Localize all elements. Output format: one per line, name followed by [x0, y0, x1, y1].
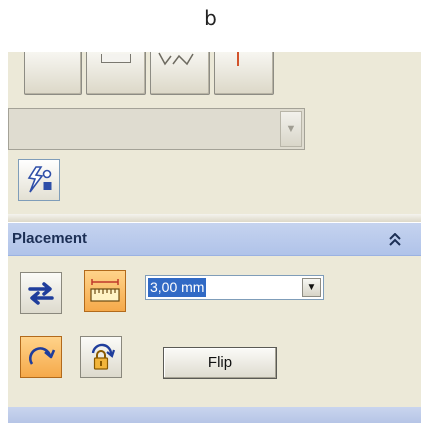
lightning-shape-icon — [27, 166, 52, 193]
type-dropdown[interactable]: ▼ — [8, 108, 305, 150]
offset-measure-button[interactable] — [84, 270, 126, 312]
placement-title: Placement — [12, 230, 88, 247]
placement-section-header[interactable]: Placement — [8, 222, 421, 256]
properties-panel: ▼ Placement 3,00 mm ▼ Flip — [8, 52, 421, 423]
lock-rotate-icon — [91, 343, 116, 370]
lock-rotation-button[interactable] — [80, 336, 122, 378]
section-separator — [8, 214, 421, 222]
toolbar-button-3-icon — [158, 52, 194, 66]
ruler-icon — [90, 279, 120, 302]
toolbar-button-4-icon — [237, 52, 239, 66]
flip-button[interactable]: Flip — [163, 347, 277, 379]
rotate-button[interactable] — [20, 336, 62, 378]
toolbar-button-2-icon — [101, 54, 131, 63]
toolbar-button-3[interactable] — [150, 52, 210, 95]
insert-action-button[interactable] — [18, 159, 60, 201]
collapse-chevrons-icon[interactable] — [389, 233, 401, 247]
toolbar-button-2[interactable] — [86, 52, 146, 95]
figure-caption: b — [204, 6, 217, 30]
offset-value[interactable]: 3,00 mm — [148, 278, 207, 297]
toolbar-button-1[interactable] — [24, 52, 82, 95]
swap-direction-button[interactable] — [20, 272, 62, 314]
rotate-arrow-icon — [29, 347, 56, 365]
offset-combo[interactable]: 3,00 mm ▼ — [145, 275, 324, 300]
next-section-header — [8, 407, 421, 423]
swap-arrows-icon — [28, 282, 54, 305]
chevron-down-icon[interactable]: ▼ — [280, 111, 302, 147]
toolbar-button-4[interactable] — [214, 52, 274, 95]
chevron-down-icon[interactable]: ▼ — [302, 278, 321, 297]
